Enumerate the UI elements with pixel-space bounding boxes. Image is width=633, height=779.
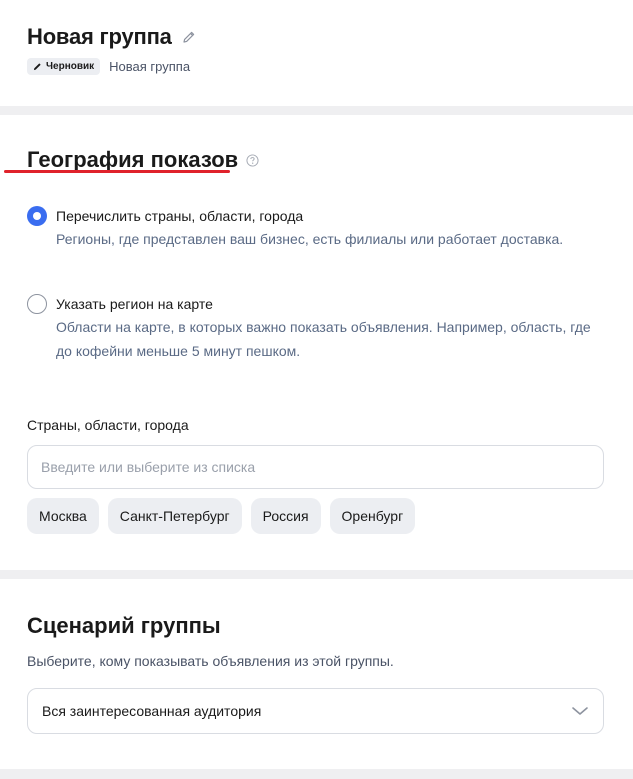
- region-suggestions: Москва Санкт-Петербург Россия Оренбург: [27, 498, 416, 534]
- region-chip[interactable]: Санкт-Петербург: [107, 498, 242, 534]
- radio-option-map-region[interactable]: Указать регион на карте Области на карте…: [27, 294, 607, 363]
- pencil-icon: [33, 63, 41, 71]
- status-badge: Черновик: [27, 58, 101, 75]
- group-header-card: Новая группа Черновик Новая группа: [0, 0, 633, 106]
- scenario-description: Выберите, кому показывать объявления из …: [27, 653, 394, 669]
- status-badge-label: Черновик: [46, 61, 95, 72]
- regions-search-input[interactable]: [27, 445, 604, 489]
- region-chip[interactable]: Россия: [250, 498, 321, 534]
- scenario-title: Сценарий группы: [27, 613, 221, 638]
- audience-select[interactable]: Вся заинтересованная аудитория: [27, 688, 604, 734]
- radio-label: Перечислить страны, области, города: [56, 208, 304, 224]
- radio-option-list-regions[interactable]: Перечислить страны, области, города Реги…: [27, 206, 607, 251]
- chevron-down-icon: [572, 707, 588, 715]
- geography-card: География показов Перечислить страны, об…: [0, 115, 633, 570]
- status-group-name: Новая группа: [109, 59, 191, 74]
- radio-button-unchecked[interactable]: [27, 294, 47, 314]
- region-chip[interactable]: Москва: [27, 498, 99, 534]
- radio-description: Регионы, где представлен ваш бизнес, ест…: [56, 231, 564, 247]
- scenario-card: Сценарий группы Выберите, кому показыват…: [0, 579, 633, 769]
- radio-label: Указать регион на карте: [56, 296, 213, 312]
- status-row: Черновик Новая группа: [27, 58, 606, 75]
- group-title: Новая группа: [27, 24, 172, 49]
- group-title-row: Новая группа: [27, 22, 606, 52]
- annotation-underline: [4, 170, 230, 173]
- audience-select-value: Вся заинтересованная аудитория: [42, 703, 262, 719]
- regions-field-label: Страны, области, города: [27, 417, 189, 433]
- radio-description: Области на карте, в которых важно показа…: [56, 319, 591, 359]
- question-circle-icon[interactable]: [246, 153, 259, 167]
- region-chip[interactable]: Оренбург: [329, 498, 416, 534]
- radio-button-checked[interactable]: [27, 206, 47, 226]
- pencil-icon[interactable]: [182, 30, 196, 44]
